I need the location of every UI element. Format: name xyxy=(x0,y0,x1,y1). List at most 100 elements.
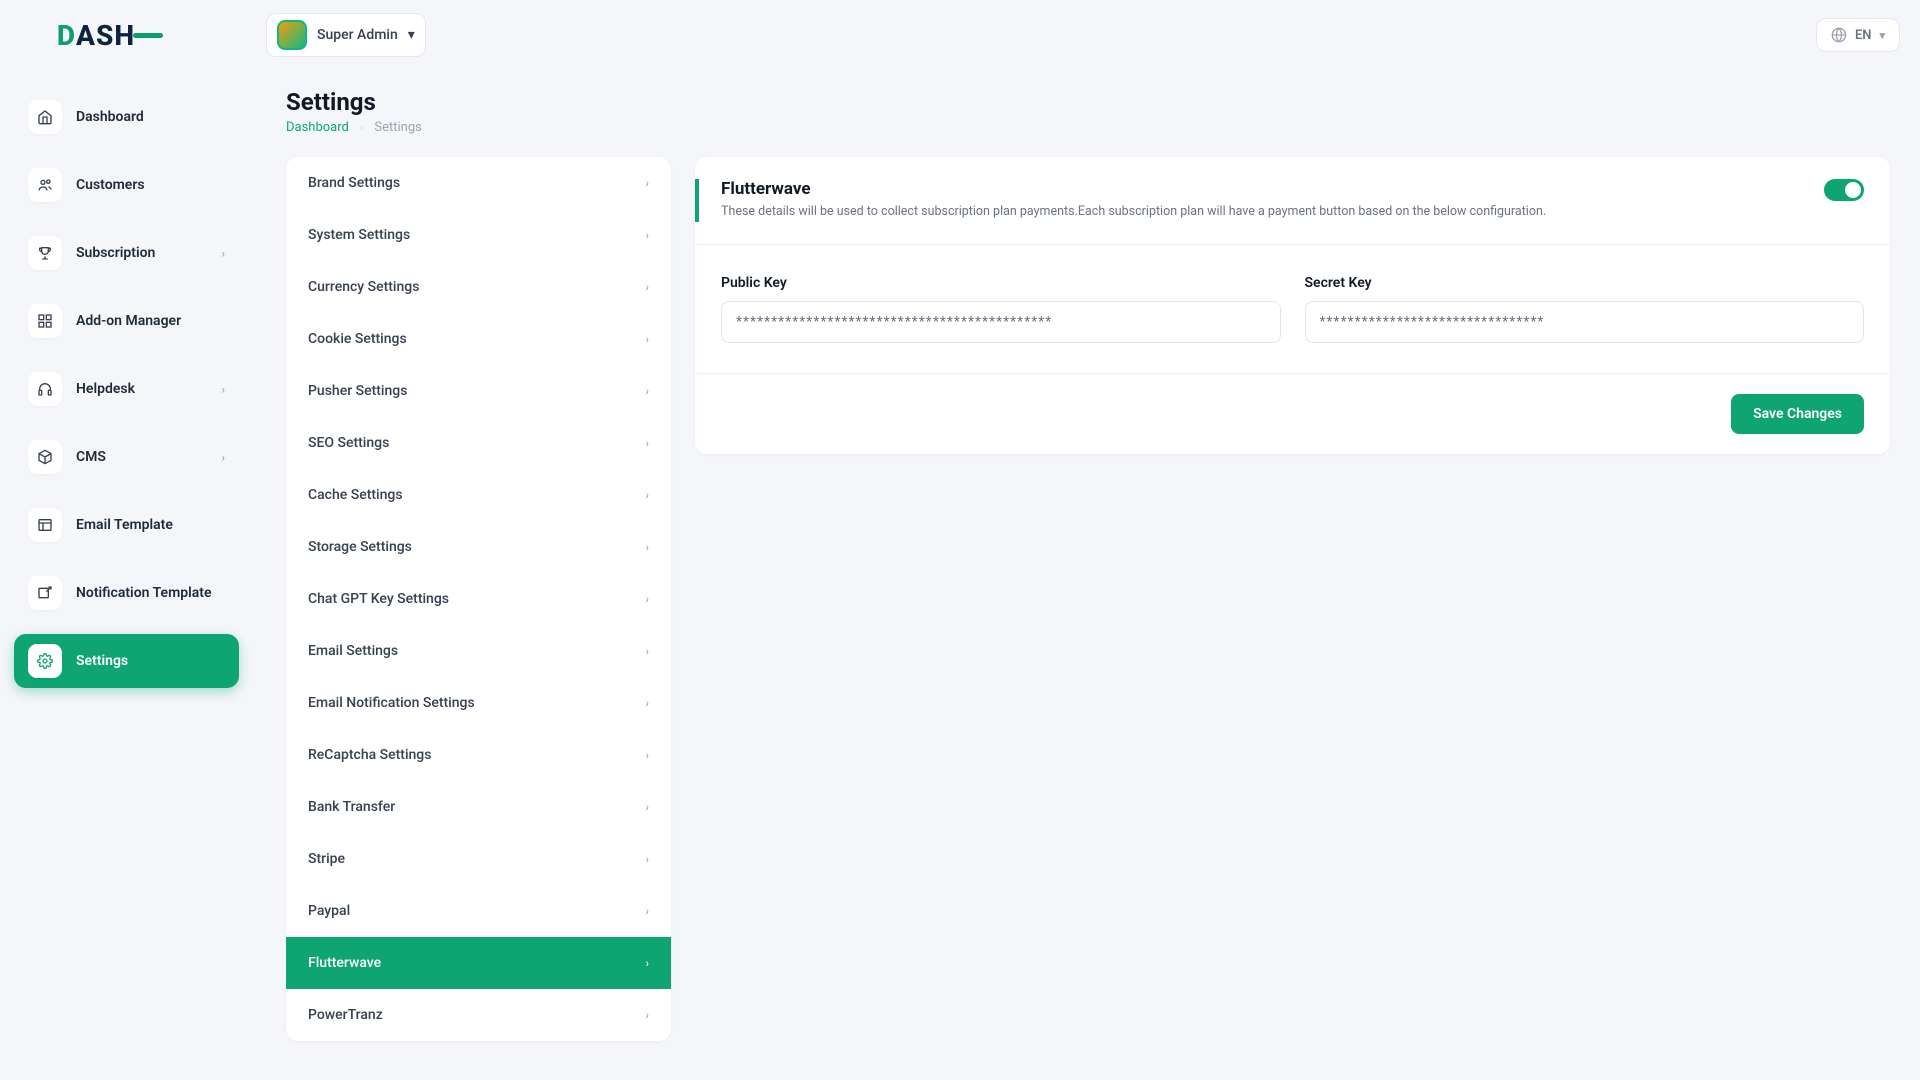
headphones-icon xyxy=(28,372,62,406)
sidebar-item-settings[interactable]: Settings xyxy=(14,634,239,688)
chevron-right-icon: › xyxy=(222,451,225,464)
settings-item-label: Flutterwave xyxy=(308,955,381,971)
chevron-right-icon: › xyxy=(646,801,649,814)
sidebar-item-label: Settings xyxy=(76,653,128,669)
panel-subtitle: These details will be used to collect su… xyxy=(721,203,1808,222)
chevron-right-icon: › xyxy=(646,489,649,502)
settings-item-label: Stripe xyxy=(308,851,345,867)
chevron-right-icon: › xyxy=(360,123,363,134)
settings-item-label: Currency Settings xyxy=(308,279,419,295)
panel-title: Flutterwave xyxy=(721,179,1808,199)
settings-item-label: Brand Settings xyxy=(308,175,400,191)
user-menu[interactable]: Super Admin ▾ xyxy=(266,13,426,57)
sidebar-item-label: Email Template xyxy=(76,517,173,533)
settings-item-label: Cache Settings xyxy=(308,487,403,503)
chevron-right-icon: › xyxy=(646,229,649,242)
trophy-icon xyxy=(28,236,62,270)
settings-item-label: Email Notification Settings xyxy=(308,695,475,711)
language-selector[interactable]: EN ▾ xyxy=(1816,18,1900,52)
sidebar-item-label: Add-on Manager xyxy=(76,313,181,329)
settings-list: Brand Settings›System Settings›Currency … xyxy=(286,157,671,1041)
settings-item-label: Paypal xyxy=(308,903,350,919)
grid-icon xyxy=(28,304,62,338)
chevron-right-icon: › xyxy=(646,749,649,762)
settings-item-brand-settings[interactable]: Brand Settings› xyxy=(286,157,671,209)
sidebar-item-label: Notification Template xyxy=(76,585,212,601)
layout-icon xyxy=(28,508,62,542)
settings-item-seo-settings[interactable]: SEO Settings › xyxy=(286,417,671,469)
sidebar-item-add-on-manager[interactable]: Add-on Manager xyxy=(14,294,239,348)
settings-item-label: Email Settings xyxy=(308,643,398,659)
settings-item-pusher-settings[interactable]: Pusher Settings› xyxy=(286,365,671,417)
settings-item-system-settings[interactable]: System Settings › xyxy=(286,209,671,261)
chevron-right-icon: › xyxy=(646,957,649,970)
breadcrumb: Dashboard › Settings xyxy=(286,120,1890,135)
chevron-down-icon: ▾ xyxy=(1879,29,1885,42)
settings-item-label: SEO Settings xyxy=(308,435,389,451)
chevron-right-icon: › xyxy=(646,1009,649,1022)
chevron-right-icon: › xyxy=(222,247,225,260)
secret-key-label: Secret Key xyxy=(1305,275,1865,291)
settings-item-bank-transfer[interactable]: Bank Transfer › xyxy=(286,781,671,833)
settings-item-recaptcha-settings[interactable]: ReCaptcha Settings › xyxy=(286,729,671,781)
settings-item-label: ReCaptcha Settings xyxy=(308,747,431,763)
settings-item-flutterwave[interactable]: Flutterwave › xyxy=(286,937,671,989)
user-role-label: Super Admin xyxy=(317,27,398,43)
chevron-right-icon: › xyxy=(646,853,649,866)
chevron-right-icon: › xyxy=(646,645,649,658)
chevron-right-icon: › xyxy=(646,333,649,346)
avatar xyxy=(277,20,307,50)
settings-item-label: System Settings xyxy=(308,227,410,243)
settings-item-powertranz[interactable]: PowerTranz› xyxy=(286,989,671,1041)
chevron-right-icon: › xyxy=(646,697,649,710)
external-icon xyxy=(28,576,62,610)
chevron-right-icon: › xyxy=(646,281,649,294)
sidebar-item-cms[interactable]: CMS › xyxy=(14,430,239,484)
settings-item-cache-settings[interactable]: Cache Settings › xyxy=(286,469,671,521)
gear-icon xyxy=(28,644,62,678)
secret-key-input[interactable] xyxy=(1305,301,1865,343)
public-key-input[interactable] xyxy=(721,301,1281,343)
settings-item-paypal[interactable]: Paypal › xyxy=(286,885,671,937)
breadcrumb-home[interactable]: Dashboard xyxy=(286,120,349,135)
settings-item-storage-settings[interactable]: Storage Settings › xyxy=(286,521,671,573)
breadcrumb-current: Settings xyxy=(374,120,421,135)
settings-item-email-notification-settings[interactable]: Email Notification Settings › xyxy=(286,677,671,729)
home-icon xyxy=(28,100,62,134)
settings-item-label: Cookie Settings xyxy=(308,331,407,347)
sidebar-item-label: Subscription xyxy=(76,245,155,261)
save-button[interactable]: Save Changes xyxy=(1731,394,1864,434)
chevron-right-icon: › xyxy=(222,383,225,396)
sidebar: Dashboard Customers Subscription › Add-on Ma… xyxy=(14,90,239,702)
sidebar-item-customers[interactable]: Customers xyxy=(14,158,239,212)
sidebar-item-label: Customers xyxy=(76,177,145,193)
sidebar-item-subscription[interactable]: Subscription › xyxy=(14,226,239,280)
chevron-right-icon: › xyxy=(646,905,649,918)
chevron-right-icon: › xyxy=(646,385,649,398)
settings-item-email-settings[interactable]: Email Settings › xyxy=(286,625,671,677)
page-title: Settings xyxy=(286,88,1890,116)
settings-item-cookie-settings[interactable]: Cookie Settings › xyxy=(286,313,671,365)
sidebar-item-dashboard[interactable]: Dashboard xyxy=(14,90,239,144)
sidebar-item-email-template[interactable]: Email Template xyxy=(14,498,239,552)
logo: DASH xyxy=(20,19,200,52)
chevron-right-icon: › xyxy=(646,593,649,606)
settings-item-label: Storage Settings xyxy=(308,539,412,555)
users-icon xyxy=(28,168,62,202)
settings-panel: Flutterwave These details will be used t… xyxy=(695,157,1890,454)
settings-item-stripe[interactable]: Stripe › xyxy=(286,833,671,885)
sidebar-item-label: Helpdesk xyxy=(76,381,135,397)
sidebar-item-helpdesk[interactable]: Helpdesk › xyxy=(14,362,239,416)
globe-icon xyxy=(1831,27,1847,43)
enable-toggle[interactable] xyxy=(1824,179,1864,201)
chevron-down-icon: ▾ xyxy=(408,27,415,43)
settings-item-label: Chat GPT Key Settings xyxy=(308,591,449,607)
chevron-right-icon: › xyxy=(646,541,649,554)
sidebar-item-label: CMS xyxy=(76,449,106,465)
settings-item-currency-settings[interactable]: Currency Settings › xyxy=(286,261,671,313)
chevron-right-icon: › xyxy=(646,437,649,450)
sidebar-item-notification-template[interactable]: Notification Template xyxy=(14,566,239,620)
settings-item-label: Bank Transfer xyxy=(308,799,395,815)
sidebar-item-label: Dashboard xyxy=(76,109,144,125)
settings-item-chat-gpt-key-settings[interactable]: Chat GPT Key Settings › xyxy=(286,573,671,625)
